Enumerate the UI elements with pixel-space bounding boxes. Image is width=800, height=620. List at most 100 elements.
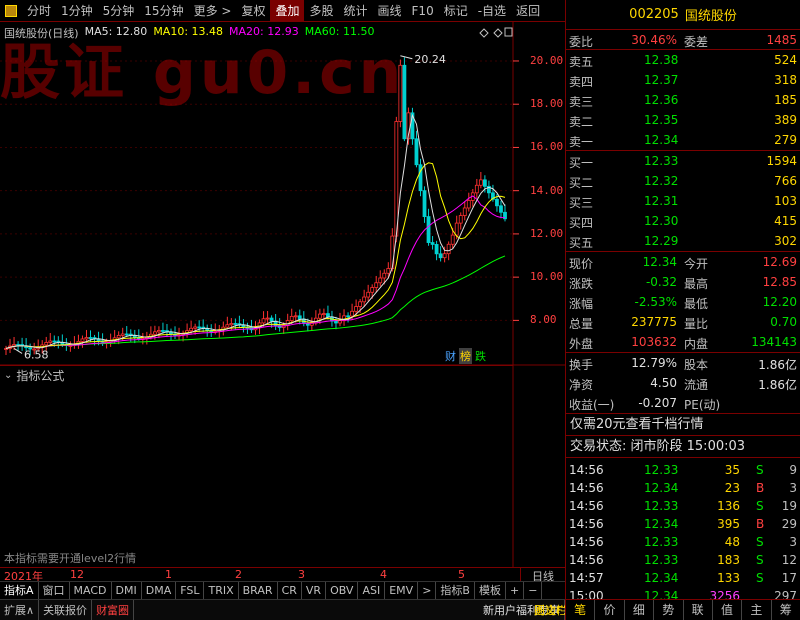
stat-value: 103632: [631, 335, 677, 349]
badge-drop[interactable]: 跌: [474, 348, 487, 364]
tick-time: 14:56: [569, 535, 604, 549]
candle-body: [350, 310, 354, 317]
indicator-tab-14[interactable]: 指标B: [436, 581, 475, 600]
ask-volume: 279: [774, 133, 797, 147]
toolbar-item-4[interactable]: 更多 >: [189, 0, 237, 22]
ask-price: 12.34: [644, 133, 679, 147]
indicator-tab-7[interactable]: BRAR: [239, 581, 278, 600]
kline-chart-area[interactable]: 股证 gu0.cn 国统股份(日线) MA5: 12.80 MA10: 13.4…: [0, 22, 565, 567]
diamond-icon: [479, 28, 489, 38]
indicator-tab-17[interactable]: −: [524, 581, 543, 600]
quote-tab-4[interactable]: 联: [684, 600, 713, 620]
stat2-value: 12.79%: [631, 356, 677, 370]
ask-label: 卖一: [569, 135, 594, 149]
legend-stock-name: 国统股份(日线): [4, 27, 79, 40]
stat-value: -2.53%: [634, 295, 677, 309]
indicator-tab-12[interactable]: EMV: [385, 581, 419, 600]
bid-volume: 766: [774, 174, 797, 188]
indicator-tab-11[interactable]: ASI: [358, 581, 386, 600]
stat2-value: 1.86亿: [758, 378, 797, 392]
indicator-tab-5[interactable]: FSL: [176, 581, 205, 600]
toolbar-item-6[interactable]: 叠加: [270, 0, 305, 22]
y-tick-5: 10.00: [530, 270, 564, 284]
toolbar-item-0[interactable]: 分时: [22, 0, 56, 22]
axis-month-4: 4: [380, 568, 387, 581]
indicator-title[interactable]: 指标公式: [16, 367, 64, 384]
toolbar-item-13[interactable]: 返回: [511, 0, 545, 22]
expand-button[interactable]: 扩展∧: [0, 599, 40, 620]
top-toolbar: 分时 1分钟 5分钟 15分钟 更多 > 复权 叠加 多股 统计 画线 F10 标记 -自选 返回: [0, 0, 565, 22]
indicator-tab-0[interactable]: 指标A: [0, 581, 39, 600]
toolbar-item-3[interactable]: 15分钟: [139, 0, 188, 22]
low-label: 6.58: [24, 348, 48, 361]
indicator-tabs: 指标A 窗口 MACD DMI DMA FSL TRIX BRAR CR VR OBV ASI EMV >…: [0, 581, 565, 600]
quote-tab-2[interactable]: 细: [625, 600, 655, 620]
candle-body: [152, 331, 157, 335]
tick-price: 12.34: [644, 481, 679, 495]
related-quote-button[interactable]: 关联报价: [39, 599, 93, 620]
weibi-label: 委比: [569, 35, 594, 49]
indicator-tab-8[interactable]: CR: [278, 581, 302, 600]
tick-time: 14:56: [569, 553, 604, 567]
badge-finance[interactable]: 财: [444, 348, 457, 364]
toolbar-item-7[interactable]: 多股: [304, 0, 338, 22]
toolbar-item-5[interactable]: 复权: [236, 0, 270, 22]
bid-price: 12.29: [644, 234, 679, 248]
candle-body: [297, 315, 302, 320]
bid-price: 12.33: [644, 154, 679, 168]
badge-ranking[interactable]: 榜: [459, 348, 472, 364]
quote-tab-0[interactable]: 笔: [566, 600, 596, 620]
quote-tab-3[interactable]: 势: [654, 600, 684, 620]
toolbar-item-9[interactable]: 画线: [373, 0, 407, 22]
toolbar-item-1[interactable]: 1分钟: [56, 0, 98, 22]
indicator-tab-4[interactable]: DMA: [142, 581, 177, 600]
quote-tab-7[interactable]: 筹: [772, 600, 800, 620]
candle-body: [398, 64, 403, 122]
indicator-tab-3[interactable]: DMI: [112, 581, 142, 600]
ask-label: 卖四: [569, 75, 594, 89]
chart-legend: 国统股份(日线) MA5: 12.80 MA10: 13.48 MA20: 12…: [4, 25, 374, 41]
tick-row-4: 14:56 12.33 48 S 3: [566, 533, 800, 551]
tick-price: 12.33: [644, 463, 679, 477]
indicator-tab-2[interactable]: MACD: [70, 581, 112, 600]
promo-link[interactable]: 仅需20元查看千档行情: [566, 414, 800, 436]
tick-row-0: 14:56 12.33 35 S 9: [566, 461, 800, 479]
indicator-tab-16[interactable]: +: [506, 581, 525, 600]
weicha-label: 委差: [684, 35, 709, 49]
candle-body: [322, 313, 326, 315]
indicator-tab-1[interactable]: 窗口: [39, 581, 70, 600]
candle-body: [378, 277, 383, 284]
tick-volume: 136: [717, 499, 740, 513]
indicator-tab-6[interactable]: TRIX: [204, 581, 239, 600]
toolbar-item-2[interactable]: 5分钟: [98, 0, 140, 22]
y-tick-3: 14.00: [530, 183, 564, 197]
quote-tab-6[interactable]: 主: [742, 600, 772, 620]
stat2-row-1: 净资 4.50 流通 1.86亿: [566, 373, 800, 393]
tick-price: 12.34: [644, 517, 679, 531]
tick-volume: 35: [724, 463, 740, 477]
indicator-tab-15[interactable]: 模板: [475, 581, 506, 600]
tick-side: S: [756, 535, 764, 549]
ask-label: 卖五: [569, 55, 594, 69]
collapse-icon[interactable]: ⌄: [4, 370, 12, 381]
wealth-circle-button[interactable]: 财富圈: [92, 599, 135, 620]
candle-body: [120, 333, 125, 336]
axis-month-3: 3: [298, 568, 305, 581]
quote-tab-1[interactable]: 价: [595, 600, 625, 620]
bid-row-4: 买五 12.29 302: [566, 231, 800, 251]
indicator-tab-10[interactable]: OBV: [326, 581, 359, 600]
indicator-tab-9[interactable]: VR: [302, 581, 327, 600]
candle-body: [88, 337, 93, 339]
indicator-tab-13[interactable]: >: [418, 581, 437, 600]
quote-tab-5[interactable]: 值: [713, 600, 743, 620]
candle-body: [84, 337, 89, 340]
bid-row-1: 买二 12.32 766: [566, 171, 800, 191]
toolbar-item-12[interactable]: -自选: [473, 0, 511, 22]
toolbar-item-11[interactable]: 标记: [439, 0, 473, 22]
app-logo-icon[interactable]: [0, 0, 22, 22]
quote-panel: 002205 国统股份 委比 30.46% 委差 1485 卖五 12.38 524…: [565, 0, 800, 620]
high-label: 20.24: [414, 53, 446, 66]
toolbar-item-10[interactable]: F10: [407, 0, 439, 22]
tick-time: 14:57: [569, 571, 604, 585]
toolbar-item-8[interactable]: 统计: [339, 0, 373, 22]
